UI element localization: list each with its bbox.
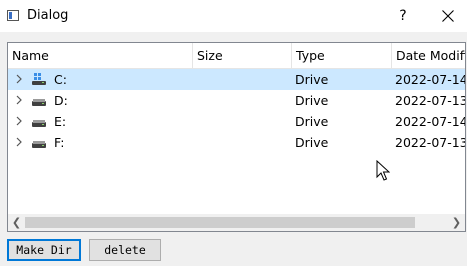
row-size — [197, 69, 287, 90]
row-size — [197, 111, 287, 132]
windows-drive-icon — [32, 73, 46, 85]
tree-row[interactable]: D: Drive 2022-07-13 — [8, 90, 465, 111]
scrollbar-thumb[interactable] — [25, 217, 415, 228]
help-button[interactable]: ? — [388, 2, 418, 30]
row-type: Drive — [295, 93, 329, 108]
row-date: 2022-07-13 — [395, 93, 466, 108]
mouse-cursor-icon — [376, 160, 390, 181]
drive-icon — [32, 120, 46, 127]
scroll-left-icon[interactable]: ❮ — [8, 214, 25, 231]
row-date: 2022-07-14 — [395, 114, 466, 129]
close-button[interactable] — [432, 2, 464, 30]
make-dir-button[interactable]: Make Dir — [7, 239, 81, 261]
tree-row[interactable]: C: Drive 2022-07-14 — [8, 69, 465, 90]
column-header-type[interactable]: Type — [292, 43, 392, 69]
chevron-right-icon[interactable] — [14, 95, 24, 105]
horizontal-scrollbar[interactable]: ❮ ❯ — [8, 214, 465, 231]
chevron-right-icon[interactable] — [14, 137, 24, 147]
chevron-right-icon[interactable] — [14, 116, 24, 126]
row-name: D: — [54, 93, 68, 108]
delete-button[interactable]: delete — [89, 239, 161, 261]
column-header-name[interactable]: Name — [8, 43, 193, 69]
scroll-right-icon[interactable]: ❯ — [448, 214, 465, 231]
column-header-date-modified[interactable]: Date Modified — [392, 43, 465, 69]
row-type: Drive — [295, 114, 329, 129]
window-title: Dialog — [27, 8, 69, 23]
drive-icon — [32, 141, 46, 148]
drive-icon — [32, 99, 46, 106]
window-icon — [7, 10, 19, 21]
row-size — [197, 90, 287, 111]
row-name: C: — [54, 72, 67, 87]
chevron-right-icon[interactable] — [14, 74, 24, 84]
row-name: E: — [54, 114, 67, 129]
column-header-size[interactable]: Size — [193, 43, 292, 69]
row-type: Drive — [295, 135, 329, 150]
title-bar: Dialog ? — [0, 0, 467, 32]
row-date: 2022-07-14 — [395, 72, 466, 87]
row-date: 2022-07-13 — [395, 135, 466, 150]
tree-row[interactable]: E: Drive 2022-07-14 — [8, 111, 465, 132]
row-type: Drive — [295, 72, 329, 87]
row-size — [197, 132, 287, 153]
file-tree-view[interactable]: Name Size Type Date Modified C: Drive 20… — [7, 42, 466, 232]
row-name: F: — [54, 135, 65, 150]
tree-header: Name Size Type Date Modified — [8, 43, 465, 69]
tree-row[interactable]: F: Drive 2022-07-13 — [8, 132, 465, 153]
close-icon — [442, 10, 454, 22]
